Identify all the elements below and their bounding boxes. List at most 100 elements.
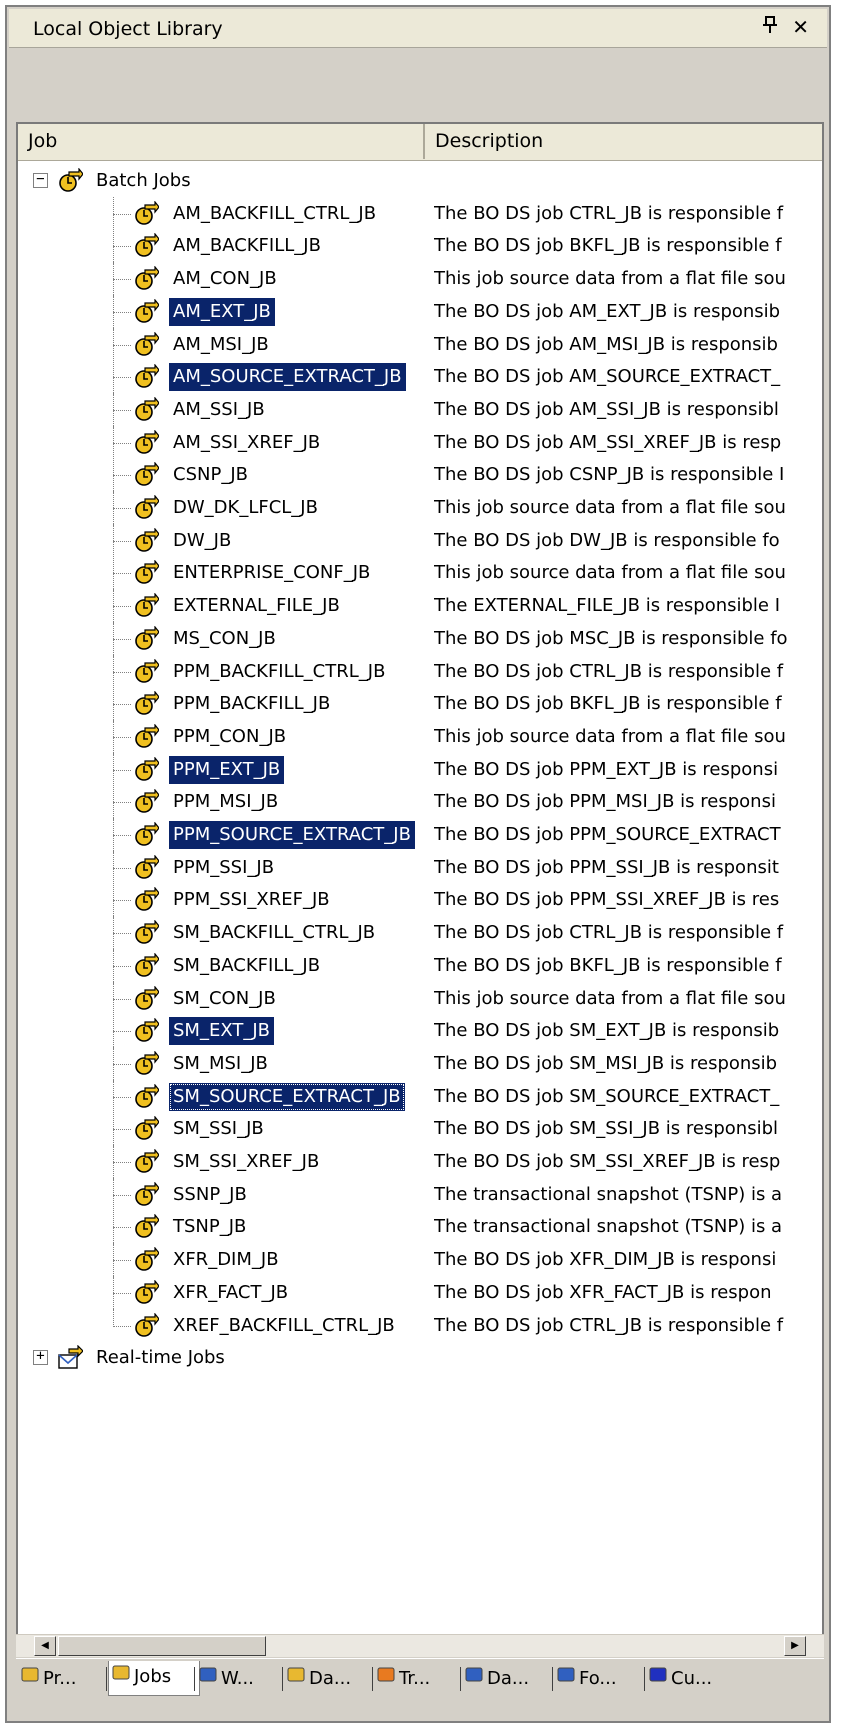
job-name[interactable]: PPM_EXT_JB bbox=[169, 755, 285, 784]
job-name[interactable]: AM_MSI_JB bbox=[169, 331, 273, 359]
job-row[interactable]: XREF_BACKFILL_CTRL_JB The BO DS job CTRL_… bbox=[18, 1308, 822, 1344]
job-row[interactable]: PPM_SSI_JB The BO DS job PPM_SSI_JB is re… bbox=[18, 850, 822, 886]
job-row[interactable]: SM_SSI_JB The BO DS job SM_SSI_JB is resp… bbox=[18, 1112, 822, 1148]
job-row[interactable]: SM_SSI_XREF_JB The BO DS job SM_SSI_XREF_… bbox=[18, 1145, 822, 1180]
job-name[interactable]: SM_BACKFILL_JB bbox=[169, 952, 324, 980]
job-name[interactable]: XFR_FACT_JB bbox=[169, 1279, 292, 1307]
job-name[interactable]: SSNP_JB bbox=[169, 1181, 251, 1209]
column-header-description[interactable]: Description bbox=[425, 124, 822, 159]
job-name[interactable]: XREF_BACKFILL_CTRL_JB bbox=[169, 1312, 399, 1340]
tab-folder[interactable]: Pr... bbox=[18, 1663, 110, 1695]
job-row[interactable]: PPM_EXT_JB The BO DS job PPM_EXT_JB is re… bbox=[18, 752, 822, 788]
job-name[interactable]: PPM_BACKFILL_JB bbox=[169, 690, 334, 718]
job-row[interactable]: DW_DK_LFCL_JB This job source data from a… bbox=[18, 491, 822, 526]
panel-title: Local Object Library bbox=[33, 18, 223, 40]
job-name[interactable]: SM_MSI_JB bbox=[169, 1050, 272, 1078]
job-row[interactable]: AM_CON_JB This job source data from a fla… bbox=[18, 262, 822, 298]
column-header-job[interactable]: Job bbox=[18, 124, 425, 159]
job-row[interactable]: SM_EXT_JB The BO DS job SM_EXT_JB is resp… bbox=[18, 1014, 822, 1050]
job-name[interactable]: TSNP_JB bbox=[169, 1213, 250, 1241]
expand-toggle[interactable]: + bbox=[33, 1349, 48, 1366]
job-row[interactable]: SM_BACKFILL_CTRL_JB The BO DS job CTRL_JB… bbox=[18, 916, 822, 952]
job-name[interactable]: PPM_MSI_JB bbox=[169, 788, 282, 816]
job-name[interactable]: PPM_BACKFILL_CTRL_JB bbox=[169, 658, 389, 686]
scroll-thumb[interactable] bbox=[58, 1636, 266, 1656]
job-row[interactable]: AM_EXT_JB The BO DS job AM_EXT_JB is resp… bbox=[18, 294, 822, 330]
job-row[interactable]: XFR_DIM_JB The BO DS job XFR_DIM_JB is re… bbox=[18, 1243, 822, 1279]
tab-job[interactable]: Jobs bbox=[108, 1661, 200, 1696]
scroll-right-arrow-icon[interactable]: ▶ bbox=[784, 1636, 806, 1656]
job-row[interactable]: PPM_BACKFILL_CTRL_JB The BO DS job CTRL_J… bbox=[18, 654, 822, 690]
job-name[interactable]: SM_CON_JB bbox=[169, 985, 280, 1013]
tree-node-batch-jobs[interactable]: − Batch Jobs bbox=[18, 164, 822, 199]
tab-label: Da... bbox=[487, 1668, 530, 1689]
job-row[interactable]: PPM_SOURCE_EXTRACT_JB The BO DS job PPM_S… bbox=[18, 818, 822, 853]
job-row[interactable]: SM_BACKFILL_JB The BO DS job BKFL_JB is r… bbox=[18, 948, 822, 984]
job-row[interactable]: AM_BACKFILL_JB The BO DS job BKFL_JB is r… bbox=[18, 229, 822, 265]
job-name[interactable]: DW_DK_LFCL_JB bbox=[169, 494, 322, 522]
job-description: The BO DS job CSNP_JB is responsible I bbox=[434, 464, 785, 486]
job-row[interactable]: TSNP_JB The transactional snapshot (TSNP)… bbox=[18, 1210, 822, 1246]
tab-datastore[interactable]: Da... bbox=[462, 1663, 556, 1695]
job-row[interactable]: AM_BACKFILL_CTRL_JB The BO DS job CTRL_JB… bbox=[18, 196, 822, 232]
job-name[interactable]: ENTERPRISE_CONF_JB bbox=[169, 559, 374, 587]
job-name[interactable]: PPM_SSI_JB bbox=[169, 854, 278, 882]
tab-format[interactable]: Fo... bbox=[554, 1663, 648, 1695]
job-row[interactable]: XFR_FACT_JB The BO DS job XFR_FACT_JB is … bbox=[18, 1275, 822, 1311]
job-name[interactable]: DW_JB bbox=[169, 527, 235, 555]
job-row[interactable]: SM_SOURCE_EXTRACT_JB The BO DS job SM_SOU… bbox=[18, 1079, 822, 1115]
job-row[interactable]: SSNP_JB The transactional snapshot (TSNP)… bbox=[18, 1177, 822, 1213]
job-name[interactable]: AM_EXT_JB bbox=[169, 297, 275, 326]
job-name[interactable]: AM_SSI_JB bbox=[169, 396, 269, 424]
tree-node-label: Real-time Jobs bbox=[96, 1347, 225, 1369]
tab-dataflow[interactable]: Da... bbox=[284, 1663, 376, 1695]
pin-icon[interactable] bbox=[761, 15, 779, 40]
job-row[interactable]: PPM_SSI_XREF_JB The BO DS job PPM_SSI_XRE… bbox=[18, 883, 822, 919]
job-row[interactable]: AM_MSI_JB The BO DS job AM_MSI_JB is resp… bbox=[18, 327, 822, 363]
job-name[interactable]: MS_CON_JB bbox=[169, 625, 280, 653]
job-row[interactable]: SM_CON_JB This job source data from a fla… bbox=[18, 981, 822, 1017]
job-name[interactable]: SM_BACKFILL_CTRL_JB bbox=[169, 919, 379, 947]
horizontal-scrollbar[interactable]: ◀ ▶ bbox=[16, 1634, 824, 1657]
tree-connector bbox=[113, 867, 131, 869]
tree-connector bbox=[113, 671, 131, 673]
tab-workflow[interactable]: W... bbox=[196, 1663, 286, 1695]
batch-job-icon bbox=[133, 265, 160, 292]
job-description: The BO DS job CTRL_JB is responsible f bbox=[434, 1314, 784, 1336]
scroll-left-arrow-icon[interactable]: ◀ bbox=[34, 1636, 56, 1656]
job-name[interactable]: SM_SSI_XREF_JB bbox=[169, 1148, 323, 1176]
job-row[interactable]: ENTERPRISE_CONF_JB This job source data f… bbox=[18, 556, 822, 592]
job-name[interactable]: AM_CON_JB bbox=[169, 265, 281, 293]
job-name[interactable]: AM_SOURCE_EXTRACT_JB bbox=[169, 363, 406, 392]
job-list-view[interactable]: Job Description − Batch Jobs AM_BACKFILL_C… bbox=[16, 122, 824, 1652]
tree-node-realtime-jobs[interactable]: + Real-time Jobs bbox=[18, 1341, 822, 1376]
tab-transform[interactable]: Tr... bbox=[374, 1663, 464, 1695]
tab-custom-function[interactable]: Cu... bbox=[646, 1663, 740, 1695]
job-name[interactable]: SM_SSI_JB bbox=[169, 1115, 268, 1143]
job-name[interactable]: CSNP_JB bbox=[169, 461, 252, 489]
job-row[interactable]: CSNP_JB The BO DS job CSNP_JB is responsi… bbox=[18, 458, 822, 494]
job-name[interactable]: EXTERNAL_FILE_JB bbox=[169, 592, 344, 620]
job-name[interactable]: AM_SSI_XREF_JB bbox=[169, 429, 324, 457]
job-name[interactable]: SM_SOURCE_EXTRACT_JB bbox=[169, 1082, 405, 1111]
job-name[interactable]: AM_BACKFILL_CTRL_JB bbox=[169, 200, 380, 228]
job-row[interactable]: DW_JB The BO DS job DW_JB is responsible … bbox=[18, 523, 822, 559]
job-name[interactable]: PPM_SSI_XREF_JB bbox=[169, 886, 334, 914]
job-row[interactable]: PPM_BACKFILL_JB The BO DS job BKFL_JB is … bbox=[18, 687, 822, 723]
job-row[interactable]: SM_MSI_JB The BO DS job SM_MSI_JB is resp… bbox=[18, 1046, 822, 1082]
job-row[interactable]: AM_SSI_JB The BO DS job AM_SSI_JB is resp… bbox=[18, 392, 822, 428]
job-row[interactable]: MS_CON_JB The BO DS job MSC_JB is respons… bbox=[18, 621, 822, 657]
job-row[interactable]: AM_SSI_XREF_JB The BO DS job AM_SSI_XREF_… bbox=[18, 425, 822, 461]
job-row[interactable]: AM_SOURCE_EXTRACT_JB The BO DS job AM_SOU… bbox=[18, 360, 822, 396]
job-name[interactable]: AM_BACKFILL_JB bbox=[169, 232, 325, 260]
collapse-toggle[interactable]: − bbox=[33, 172, 48, 188]
job-row[interactable]: PPM_MSI_JB The BO DS job PPM_MSI_JB is re… bbox=[18, 785, 822, 821]
close-icon[interactable]: ✕ bbox=[792, 15, 809, 39]
job-name[interactable]: XFR_DIM_JB bbox=[169, 1246, 283, 1274]
job-row[interactable]: PPM_CON_JB This job source data from a fl… bbox=[18, 719, 822, 755]
job-name[interactable]: SM_EXT_JB bbox=[169, 1017, 274, 1046]
job-name[interactable]: PPM_SOURCE_EXTRACT_JB bbox=[169, 821, 415, 849]
job-row[interactable]: EXTERNAL_FILE_JB The EXTERNAL_FILE_JB is … bbox=[18, 589, 822, 625]
job-description: The BO DS job BKFL_JB is responsible f bbox=[434, 954, 782, 976]
job-name[interactable]: PPM_CON_JB bbox=[169, 723, 290, 751]
